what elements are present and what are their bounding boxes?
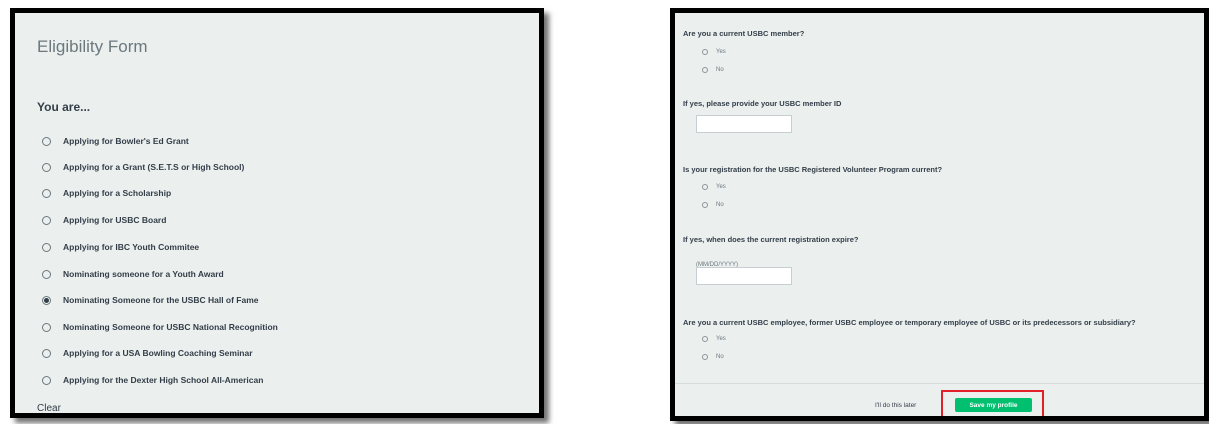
radio-button[interactable] xyxy=(42,215,51,225)
option-usbc-board[interactable]: Applying for USBC Board xyxy=(42,215,166,225)
usbc-employee-no-option[interactable]: No xyxy=(702,354,724,360)
option-label: No xyxy=(716,354,724,360)
option-scholarship[interactable]: Applying for a Scholarship xyxy=(42,188,171,198)
radio-button[interactable] xyxy=(42,348,51,358)
option-label: Applying for USBC Board xyxy=(63,215,167,225)
volunteer-program-question: Is your registration for the USBC Regist… xyxy=(683,165,943,174)
option-grant-sets-high-school[interactable]: Applying for a Grant (S.E.T.S or High Sc… xyxy=(42,162,244,172)
option-label: No xyxy=(716,202,724,208)
option-label: No xyxy=(716,67,724,73)
radio-button[interactable] xyxy=(702,184,708,190)
you-are-question: You are... xyxy=(37,100,91,114)
option-youth-award[interactable]: Nominating someone for a Youth Award xyxy=(42,269,224,279)
option-label: Applying for Bowler's Ed Grant xyxy=(63,136,189,146)
option-label: Applying for a Grant (S.E.T.S or High Sc… xyxy=(63,162,245,172)
usbc-member-question: Are you a current USBC member? xyxy=(683,29,805,38)
radio-button[interactable] xyxy=(702,67,708,73)
usbc-member-no-option[interactable]: No xyxy=(702,67,724,73)
expiration-date-input[interactable] xyxy=(696,267,792,285)
do-this-later-link[interactable]: I'll do this later xyxy=(875,402,916,409)
option-dexter-all-american[interactable]: Applying for the Dexter High School All-… xyxy=(42,375,263,385)
option-label: Applying for IBC Youth Commitee xyxy=(63,242,200,252)
option-coaching-seminar[interactable]: Applying for a USA Bowling Coaching Semi… xyxy=(42,348,253,358)
radio-button[interactable] xyxy=(702,202,708,208)
footer-divider xyxy=(675,383,1204,384)
option-label: Applying for a USA Bowling Coaching Semi… xyxy=(63,348,253,358)
option-label: Nominating someone for a Youth Award xyxy=(63,269,224,279)
option-label: Nominating Someone for USBC National Rec… xyxy=(63,322,278,332)
radio-button[interactable] xyxy=(702,354,708,360)
member-id-question: If yes, please provide your USBC member … xyxy=(683,99,842,108)
radio-button[interactable] xyxy=(42,375,51,385)
usbc-profile-panel: Are you a current USBC member? Yes No If… xyxy=(670,8,1209,421)
radio-button[interactable] xyxy=(42,242,51,252)
option-bowlers-ed-grant[interactable]: Applying for Bowler's Ed Grant xyxy=(42,136,189,146)
member-id-input[interactable] xyxy=(696,115,792,133)
option-label: Yes xyxy=(716,184,726,190)
usbc-employee-question: Are you a current USBC employee, former … xyxy=(683,318,1136,327)
volunteer-program-yes-option[interactable]: Yes xyxy=(702,184,726,190)
radio-button[interactable] xyxy=(702,49,708,55)
option-national-recognition[interactable]: Nominating Someone for USBC National Rec… xyxy=(42,322,278,332)
radio-button[interactable] xyxy=(42,136,51,146)
option-label: Applying for the Dexter High School All-… xyxy=(63,375,264,385)
option-hall-of-fame[interactable]: Nominating Someone for the USBC Hall of … xyxy=(42,295,259,305)
volunteer-program-no-option[interactable]: No xyxy=(702,202,724,208)
option-label: Nominating Someone for the USBC Hall of … xyxy=(63,295,259,305)
option-ibc-youth-committee[interactable]: Applying for IBC Youth Commitee xyxy=(42,242,199,252)
eligibility-form-panel: Eligibility Form You are... Applying for… xyxy=(10,8,544,418)
option-label: Yes xyxy=(716,49,726,55)
radio-button-selected[interactable] xyxy=(42,295,51,305)
save-profile-button[interactable]: Save my profile xyxy=(955,398,1032,412)
radio-button[interactable] xyxy=(42,188,51,198)
option-label: Applying for a Scholarship xyxy=(63,188,172,198)
clear-link[interactable]: Clear xyxy=(37,403,61,413)
radio-button[interactable] xyxy=(702,336,708,342)
radio-button[interactable] xyxy=(42,322,51,332)
form-title: Eligibility Form xyxy=(37,37,148,56)
option-label: Yes xyxy=(716,336,726,342)
radio-button[interactable] xyxy=(42,162,51,172)
usbc-member-yes-option[interactable]: Yes xyxy=(702,49,726,55)
registration-expire-question: If yes, when does the current registrati… xyxy=(683,235,859,244)
radio-button[interactable] xyxy=(42,269,51,279)
usbc-employee-yes-option[interactable]: Yes xyxy=(702,336,726,342)
